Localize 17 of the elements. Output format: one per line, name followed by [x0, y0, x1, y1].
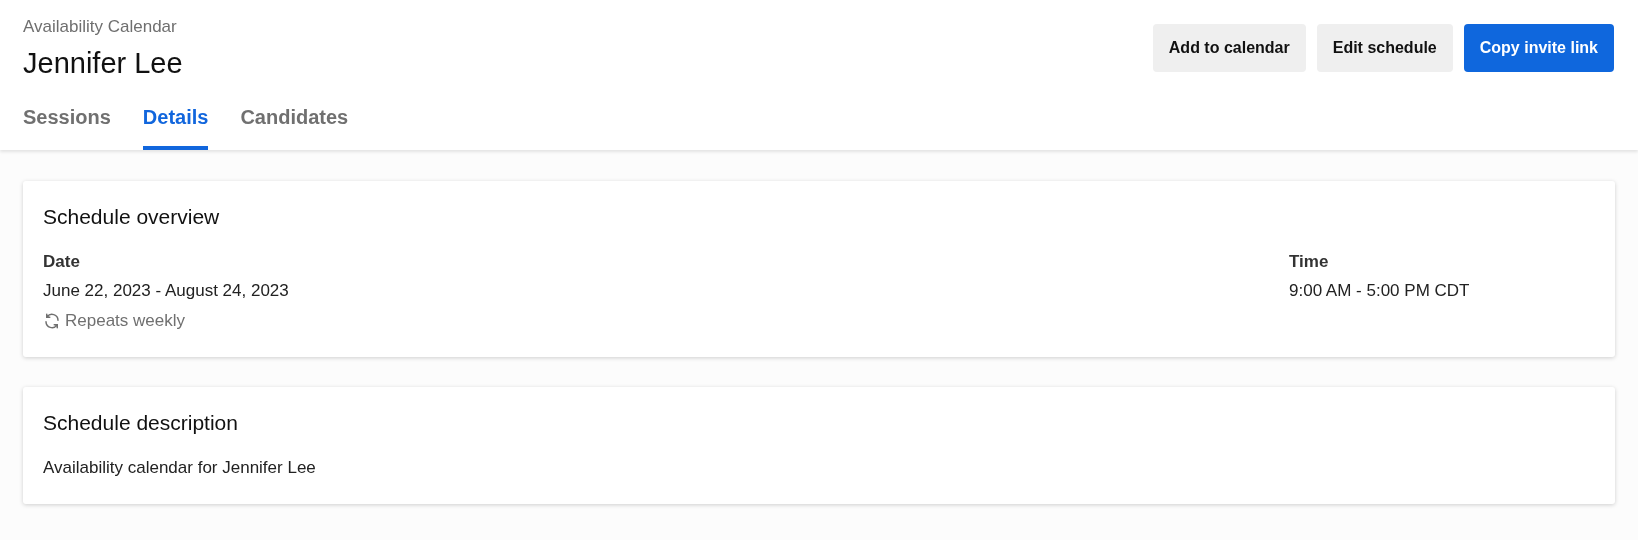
tab[interactable]: Details	[142, 102, 209, 151]
field-label: Time	[1289, 250, 1330, 273]
time-range: 9:00 AM - 5:00 PM CDT	[1289, 280, 1471, 303]
page-subtitle: Availability Calendar	[23, 16, 178, 38]
card-title: Schedule overview	[43, 204, 221, 231]
action-button[interactable]: Edit schedule	[1316, 24, 1453, 72]
card-title: Schedule description	[43, 410, 239, 437]
copy-link-button[interactable]: Copy invite link	[1463, 24, 1614, 72]
repeat-text: Repeats weekly	[65, 309, 185, 332]
action-button[interactable]: Add to calendar	[1152, 24, 1306, 72]
tab[interactable]: Candidates	[240, 102, 349, 151]
tab[interactable]: Sessions	[23, 102, 111, 151]
field-label: Date	[43, 250, 81, 273]
repeat-icon	[43, 311, 61, 330]
date-range: June 22, 2023 - August 24, 2023	[43, 280, 290, 303]
page-title: Jennifer Lee	[23, 45, 183, 81]
description-text: Availability calendar for Jennifer Lee	[43, 456, 317, 479]
